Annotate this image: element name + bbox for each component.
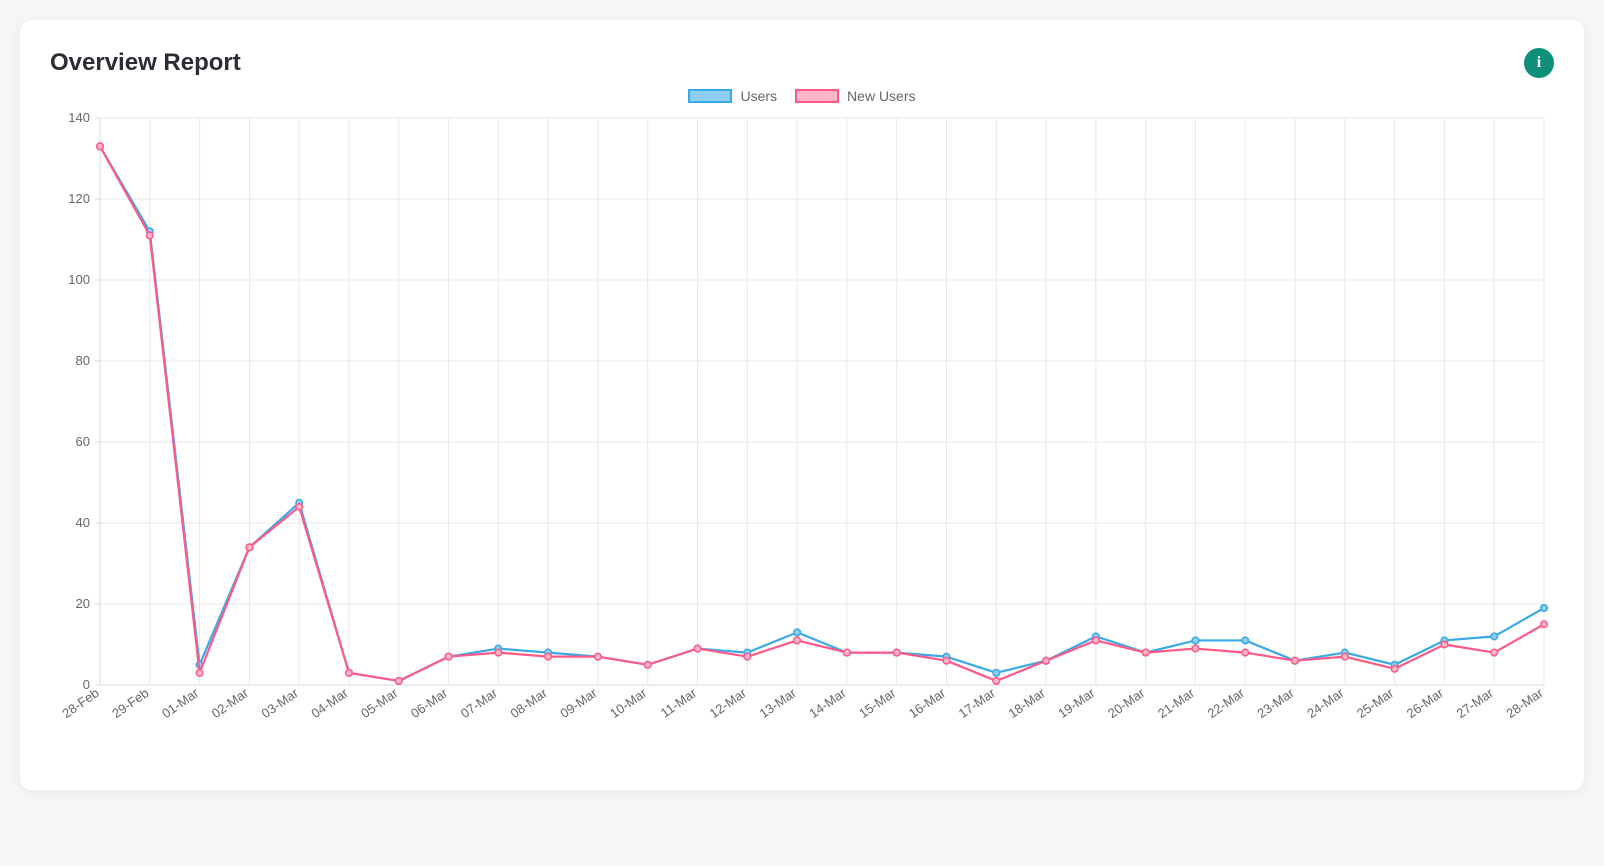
data-point[interactable] (794, 629, 801, 636)
data-point[interactable] (395, 678, 402, 685)
data-point[interactable] (1043, 657, 1050, 664)
legend-swatch-users (688, 89, 732, 103)
data-point[interactable] (694, 645, 701, 652)
y-tick-label: 40 (76, 515, 90, 530)
data-point[interactable] (246, 544, 253, 551)
x-tick-label: 26-Mar (1404, 685, 1447, 721)
info-button[interactable]: i (1524, 48, 1554, 78)
data-point[interactable] (296, 504, 303, 511)
x-tick-label: 06-Mar (408, 685, 451, 721)
data-point[interactable] (1342, 653, 1349, 660)
x-tick-label: 07-Mar (458, 685, 501, 721)
legend-item-users[interactable]: Users (688, 88, 777, 104)
data-point[interactable] (1491, 633, 1498, 640)
chart-area: 02040608010012014028-Feb29-Feb01-Mar02-M… (50, 110, 1554, 750)
x-tick-label: 18-Mar (1005, 685, 1048, 721)
data-point[interactable] (1242, 637, 1249, 644)
legend-label-new-users: New Users (847, 88, 915, 104)
info-icon: i (1537, 54, 1541, 72)
y-tick-label: 20 (76, 596, 90, 611)
data-point[interactable] (1541, 605, 1548, 612)
x-tick-label: 16-Mar (906, 685, 949, 721)
data-point[interactable] (445, 653, 452, 660)
x-tick-label: 14-Mar (806, 685, 849, 721)
x-tick-label: 24-Mar (1304, 685, 1347, 721)
data-point[interactable] (1093, 637, 1100, 644)
x-tick-label: 04-Mar (308, 685, 351, 721)
y-tick-label: 100 (68, 272, 90, 287)
data-point[interactable] (1491, 649, 1498, 656)
data-point[interactable] (993, 678, 1000, 685)
x-tick-label: 05-Mar (358, 685, 401, 721)
x-tick-label: 15-Mar (856, 685, 899, 721)
data-point[interactable] (1441, 641, 1448, 648)
data-point[interactable] (1142, 649, 1149, 656)
data-point[interactable] (495, 649, 502, 656)
x-tick-label: 28-Feb (59, 685, 101, 721)
data-point[interactable] (595, 653, 602, 660)
x-tick-label: 28-Mar (1503, 685, 1546, 721)
overview-report-card: Overview Report i Users New Users 020406… (20, 20, 1584, 790)
x-tick-label: 08-Mar (508, 685, 551, 721)
data-point[interactable] (346, 670, 353, 677)
data-point[interactable] (844, 649, 851, 656)
x-tick-label: 11-Mar (658, 685, 700, 721)
y-tick-label: 60 (76, 434, 90, 449)
x-tick-label: 21-Mar (1155, 685, 1198, 721)
series-line (100, 146, 1544, 681)
x-tick-label: 10-Mar (607, 685, 650, 721)
data-point[interactable] (893, 649, 900, 656)
y-tick-label: 80 (76, 353, 90, 368)
data-point[interactable] (794, 637, 801, 644)
data-point[interactable] (196, 670, 203, 677)
data-point[interactable] (744, 653, 751, 660)
data-point[interactable] (146, 232, 153, 239)
data-point[interactable] (1192, 645, 1199, 652)
series-line (100, 146, 1544, 681)
chart-legend: Users New Users (50, 88, 1554, 104)
x-tick-label: 25-Mar (1354, 685, 1397, 721)
x-tick-label: 02-Mar (209, 685, 252, 721)
data-point[interactable] (993, 670, 1000, 677)
x-tick-label: 12-Mar (707, 685, 750, 721)
data-point[interactable] (644, 661, 651, 668)
x-tick-label: 17-Mar (956, 685, 999, 721)
line-chart: 02040608010012014028-Feb29-Feb01-Mar02-M… (50, 110, 1554, 750)
data-point[interactable] (1391, 666, 1398, 673)
x-tick-label: 09-Mar (557, 685, 600, 721)
x-tick-label: 03-Mar (259, 685, 302, 721)
x-tick-label: 23-Mar (1254, 685, 1297, 721)
y-tick-label: 140 (68, 110, 90, 125)
x-tick-label: 19-Mar (1055, 685, 1098, 721)
data-point[interactable] (97, 143, 104, 150)
x-tick-label: 29-Feb (109, 685, 151, 721)
x-tick-label: 22-Mar (1205, 685, 1248, 721)
x-tick-label: 13-Mar (756, 685, 799, 721)
legend-item-new-users[interactable]: New Users (795, 88, 915, 104)
legend-swatch-new-users (795, 89, 839, 103)
x-tick-label: 20-Mar (1105, 685, 1148, 721)
x-tick-label: 01-Mar (159, 685, 202, 721)
data-point[interactable] (545, 653, 552, 660)
y-tick-label: 120 (68, 191, 90, 206)
data-point[interactable] (1541, 621, 1548, 628)
data-point[interactable] (1292, 657, 1299, 664)
card-header: Overview Report i (50, 48, 1554, 78)
legend-label-users: Users (740, 88, 777, 104)
x-tick-label: 27-Mar (1454, 685, 1497, 721)
data-point[interactable] (1192, 637, 1199, 644)
data-point[interactable] (1242, 649, 1249, 656)
data-point[interactable] (943, 657, 950, 664)
card-title: Overview Report (50, 49, 241, 77)
